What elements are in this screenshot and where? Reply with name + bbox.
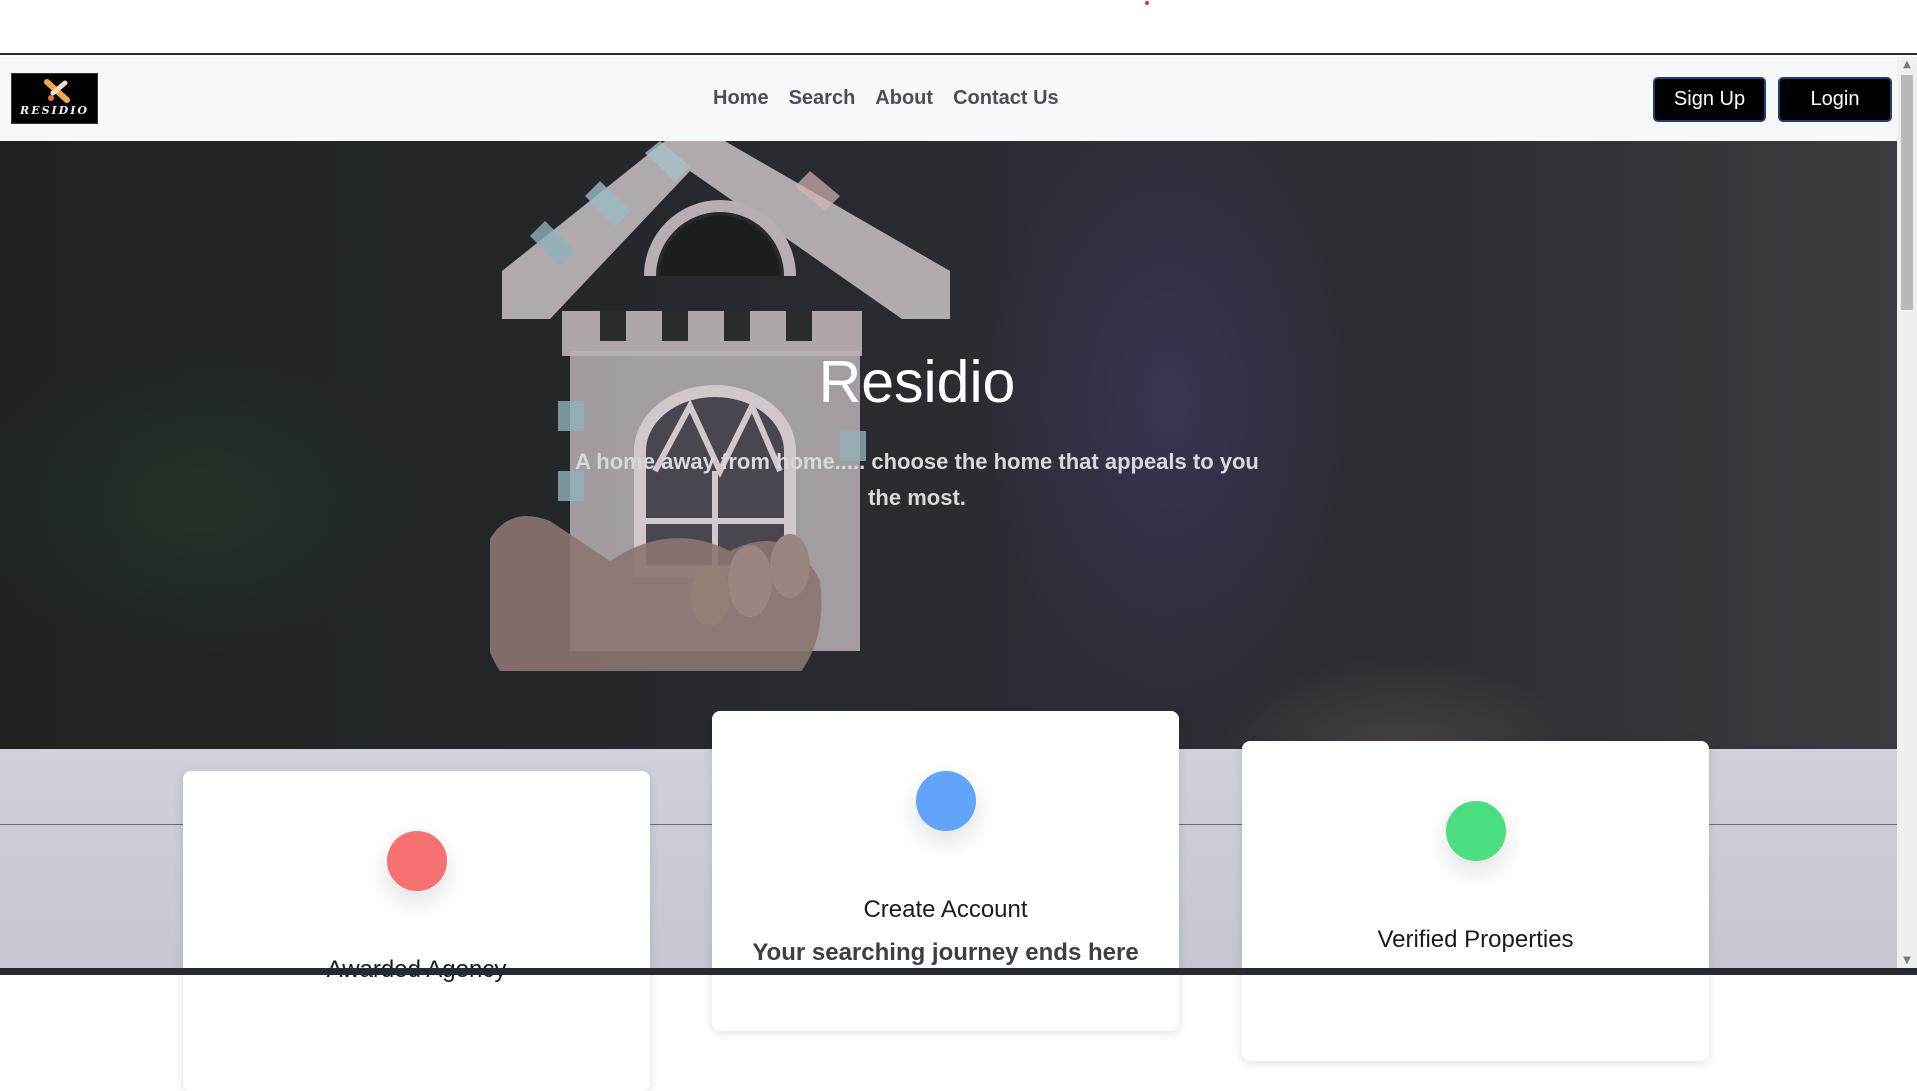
card-title: Verified Properties	[1377, 926, 1574, 953]
blue-dot-icon	[916, 771, 976, 831]
login-button[interactable]: Login	[1778, 77, 1892, 122]
card-subtitle: Your searching journey ends here	[752, 939, 1139, 966]
nav-link-about[interactable]: About	[875, 87, 933, 110]
nav-links: Home Search About Contact Us	[713, 87, 1059, 110]
feature-card-awarded-agency: Awarded Agency	[183, 771, 650, 1091]
brand-logo[interactable]: RESIDIO	[11, 73, 98, 124]
navbar: RESIDIO Home Search About Contact Us Sig…	[0, 57, 1897, 141]
red-dot-icon	[387, 831, 447, 891]
green-dot-icon	[1446, 801, 1506, 861]
logo-mark-icon	[44, 79, 70, 103]
feature-card-verified-properties: Verified Properties	[1242, 741, 1709, 1061]
red-dot	[1145, 1, 1149, 5]
nav-link-search[interactable]: Search	[789, 87, 856, 110]
nav-link-contact-us[interactable]: Contact Us	[953, 87, 1059, 110]
page-scrollbar[interactable]: ▲ ▼	[1897, 57, 1917, 968]
logo-wordmark: RESIDIO	[20, 104, 89, 117]
scroll-down-arrow-icon[interactable]: ▼	[1897, 955, 1917, 966]
card-title: Create Account	[863, 896, 1028, 923]
sign-up-button[interactable]: Sign Up	[1653, 77, 1766, 122]
bottom-bar	[0, 968, 1917, 975]
scroll-up-arrow-icon[interactable]: ▲	[1897, 59, 1917, 70]
hero-title: Residio	[818, 349, 1016, 415]
hero-subtitle: A home away from home..... choose the ho…	[575, 449, 1259, 510]
feature-card-create-account: Create Account Your searching journey en…	[712, 711, 1179, 1031]
scrollbar-thumb[interactable]	[1901, 75, 1913, 310]
browser-top-strip	[0, 0, 1917, 55]
nav-link-home[interactable]: Home	[713, 87, 769, 110]
